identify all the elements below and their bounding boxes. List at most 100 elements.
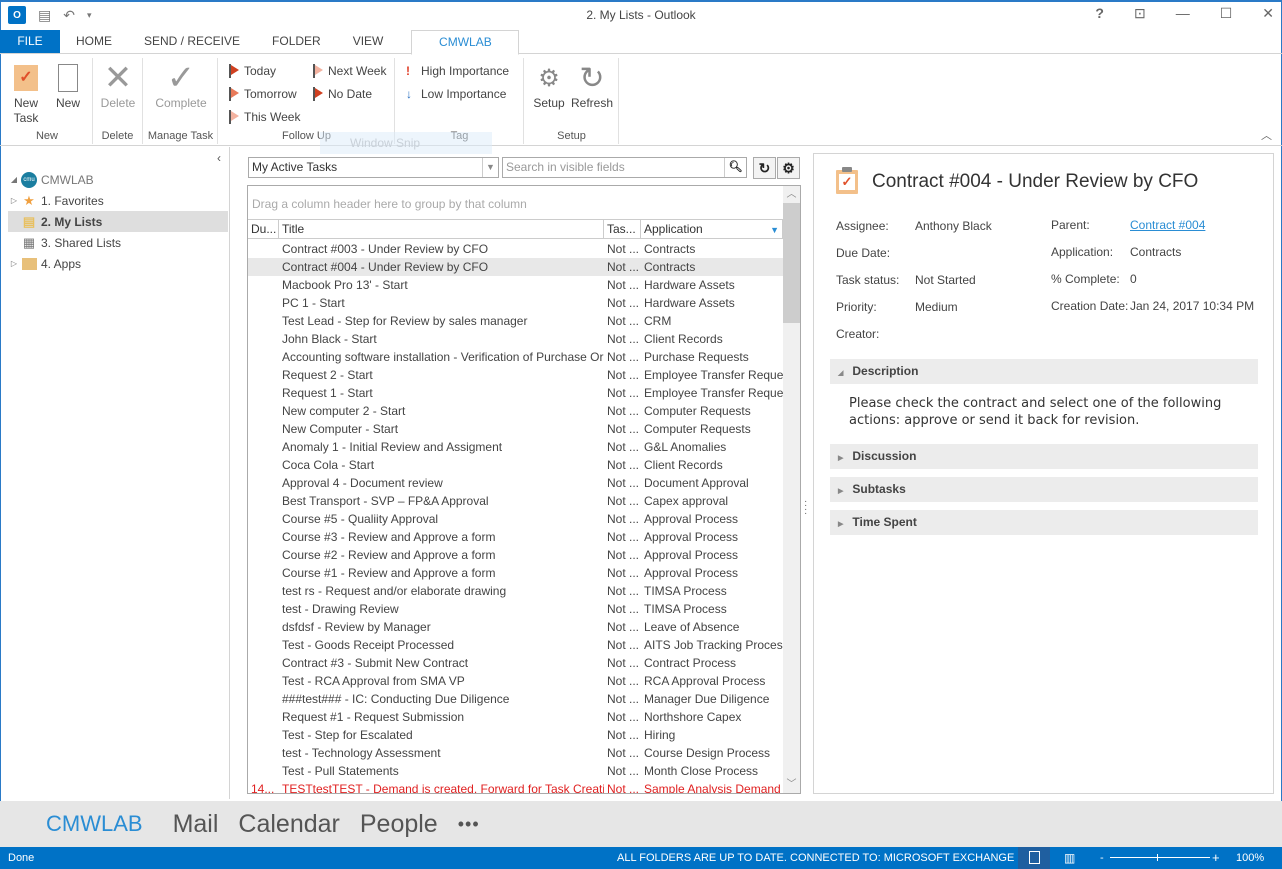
- delete-button[interactable]: ✕ Delete: [99, 60, 137, 111]
- tab-view[interactable]: VIEW: [337, 30, 400, 53]
- section-time-spent[interactable]: ▶ Time Spent: [830, 510, 1258, 535]
- section-description[interactable]: ◢ Description: [830, 359, 1258, 384]
- table-row[interactable]: Test Lead - Step for Review by sales man…: [248, 312, 783, 330]
- column-header-status[interactable]: Tas...: [604, 220, 641, 238]
- table-row[interactable]: Best Transport - SVP – FP&A Approval Not …: [248, 492, 783, 510]
- group-by-area[interactable]: Drag a column header here to group by th…: [248, 186, 783, 219]
- table-row[interactable]: PC 1 - Start Not ... Hardware Assets: [248, 294, 783, 312]
- tab-send-receive[interactable]: SEND / RECEIVE: [128, 30, 256, 53]
- flag-next-week-button[interactable]: Next Week: [313, 64, 386, 78]
- table-row[interactable]: John Black - Start Not ... Client Records: [248, 330, 783, 348]
- pane-splitter-handle[interactable]: · · · ·: [804, 497, 808, 519]
- zoom-slider[interactable]: [1110, 857, 1210, 858]
- tree-item-apps[interactable]: ▷ 4. Apps: [8, 253, 228, 274]
- connection-status[interactable]: CONNECTED TO: MICROSOFT EXCHANGE: [790, 847, 1014, 869]
- collapsed-arrow-icon[interactable]: ▷: [8, 259, 20, 268]
- settings-button[interactable]: ⚙: [777, 157, 800, 179]
- table-row[interactable]: Request 2 - Start Not ... Employee Transfe…: [248, 366, 783, 384]
- tab-home[interactable]: HOME: [60, 30, 128, 53]
- tab-file[interactable]: FILE: [0, 30, 60, 53]
- search-input[interactable]: Search in visible fields 🔍︎: [502, 157, 747, 178]
- flag-tomorrow-button[interactable]: Tomorrow: [229, 87, 297, 101]
- tree-root-cmwlab[interactable]: ◢ cmu CMWLAB: [8, 169, 228, 190]
- zoom-in-icon[interactable]: +: [1212, 847, 1220, 869]
- column-header-title[interactable]: Title: [279, 220, 604, 238]
- filter-icon[interactable]: ▼: [770, 221, 779, 238]
- table-row[interactable]: 14... TESTtestTEST - Demand is created. F…: [248, 780, 783, 793]
- nav-cmwlab[interactable]: CMWLAB: [46, 811, 143, 837]
- table-row[interactable]: Macbook Pro 13' - Start Not ... Hardware A…: [248, 276, 783, 294]
- table-row[interactable]: New computer 2 - Start Not ... Computer Re…: [248, 402, 783, 420]
- table-row[interactable]: Contract #3 - Submit New Contract Not ...…: [248, 654, 783, 672]
- column-header-application[interactable]: Application ▼: [641, 220, 783, 238]
- reading-view-icon[interactable]: ▥: [1064, 847, 1075, 869]
- flag-this-week-button[interactable]: This Week: [229, 110, 300, 124]
- nav-people[interactable]: People: [360, 810, 438, 839]
- table-row[interactable]: Course #2 - Review and Approve a form Not…: [248, 546, 783, 564]
- new-button[interactable]: New: [50, 60, 86, 111]
- table-row[interactable]: Contract #004 - Under Review by CFO Not .…: [248, 258, 783, 276]
- tree-item-my-lists[interactable]: ▤ 2. My Lists: [8, 211, 228, 232]
- scroll-thumb[interactable]: [783, 203, 800, 323]
- table-row[interactable]: Test - RCA Approval from SMA VP Not ... RC…: [248, 672, 783, 690]
- table-row[interactable]: test rs - Request and/or elaborate drawi…: [248, 582, 783, 600]
- zoom-slider-thumb[interactable]: [1157, 854, 1158, 861]
- flag-no-date-button[interactable]: No Date: [313, 87, 372, 101]
- normal-view-button[interactable]: [1018, 847, 1050, 869]
- setup-button[interactable]: ⚙ Setup: [531, 60, 567, 111]
- refresh-list-button[interactable]: ↻: [753, 157, 776, 179]
- table-row[interactable]: Approval 4 - Document review Not ... Docum…: [248, 474, 783, 492]
- table-row[interactable]: Course #5 - Qualiity Approval Not ... Appr…: [248, 510, 783, 528]
- section-discussion[interactable]: ▶ Discussion: [830, 444, 1258, 469]
- table-row[interactable]: dsfdsf - Review by Manager Not ... Leave o…: [248, 618, 783, 636]
- collapse-ribbon-icon[interactable]: ︿: [1261, 127, 1272, 143]
- table-row[interactable]: Course #3 - Review and Approve a form Not…: [248, 528, 783, 546]
- tab-cmwlab[interactable]: CMWLAB: [411, 30, 520, 55]
- tree-item-favorites[interactable]: ▷ ★ 1. Favorites: [8, 190, 228, 211]
- tree-item-shared-lists[interactable]: ▦ 3. Shared Lists: [8, 232, 228, 253]
- table-row[interactable]: Test - Goods Receipt Processed Not ... AIT…: [248, 636, 783, 654]
- table-row[interactable]: test - Drawing Review Not ... TIMSA Proces…: [248, 600, 783, 618]
- search-icon[interactable]: 🔍︎: [724, 158, 746, 177]
- table-row[interactable]: Test - Pull Statements Not ... Month Close…: [248, 762, 783, 780]
- collapse-pane-icon[interactable]: ‹: [217, 151, 221, 165]
- table-row[interactable]: Contract #003 - Under Review by CFO Not .…: [248, 240, 783, 258]
- expanded-arrow-icon[interactable]: ◢: [8, 175, 20, 184]
- table-row[interactable]: Request #1 - Request Submission Not ... No…: [248, 708, 783, 726]
- refresh-button[interactable]: ↻ Refresh: [569, 60, 615, 111]
- ribbon-display-options-icon[interactable]: ⊡: [1134, 5, 1146, 22]
- table-row[interactable]: Test - Step for Escalated Not ... Hiring: [248, 726, 783, 744]
- table-row[interactable]: test - Technology Assessment Not ... Cours…: [248, 744, 783, 762]
- table-row[interactable]: Coca Cola - Start Not ... Client Records: [248, 456, 783, 474]
- table-row[interactable]: Accounting software installation - Verif…: [248, 348, 783, 366]
- tab-folder[interactable]: FOLDER: [256, 30, 337, 53]
- parent-link[interactable]: Contract #004: [1130, 218, 1205, 232]
- new-task-button[interactable]: ✓ New Task: [8, 60, 44, 126]
- scroll-down-icon[interactable]: ﹀: [783, 776, 800, 793]
- complete-button[interactable]: ✓ Complete: [150, 60, 212, 111]
- collapsed-arrow-icon[interactable]: ▷: [8, 196, 20, 205]
- table-row[interactable]: Request 1 - Start Not ... Employee Transfe…: [248, 384, 783, 402]
- nav-mail[interactable]: Mail: [173, 810, 219, 839]
- table-row[interactable]: ###test### - IC: Conducting Due Diligenc…: [248, 690, 783, 708]
- table-row[interactable]: Anomaly 1 - Initial Review and Assigment…: [248, 438, 783, 456]
- low-importance-button[interactable]: ↓ Low Importance: [406, 87, 506, 101]
- table-row[interactable]: Course #1 - Review and Approve a form Not…: [248, 564, 783, 582]
- vertical-scrollbar[interactable]: ︿ ﹀: [783, 186, 800, 793]
- view-selector[interactable]: My Active Tasks ▼: [248, 157, 499, 178]
- more-options-icon[interactable]: •••: [458, 814, 480, 835]
- section-subtasks[interactable]: ▶ Subtasks: [830, 477, 1258, 502]
- close-icon[interactable]: ✕: [1262, 5, 1274, 22]
- scroll-up-icon[interactable]: ︿: [783, 186, 800, 203]
- flag-today-button[interactable]: Today: [229, 64, 276, 78]
- zoom-level[interactable]: 100%: [1236, 847, 1264, 869]
- chevron-down-icon[interactable]: ▼: [482, 158, 498, 177]
- column-header-due[interactable]: Du...: [248, 220, 279, 238]
- high-importance-button[interactable]: ! High Importance: [406, 64, 509, 78]
- zoom-out-icon[interactable]: -: [1100, 847, 1104, 869]
- table-row[interactable]: New Computer - Start Not ... Computer Requ…: [248, 420, 783, 438]
- minimize-icon[interactable]: —: [1176, 5, 1190, 22]
- help-icon[interactable]: ?: [1095, 5, 1104, 22]
- maximize-icon[interactable]: ☐: [1220, 5, 1233, 22]
- nav-calendar[interactable]: Calendar: [238, 810, 339, 839]
